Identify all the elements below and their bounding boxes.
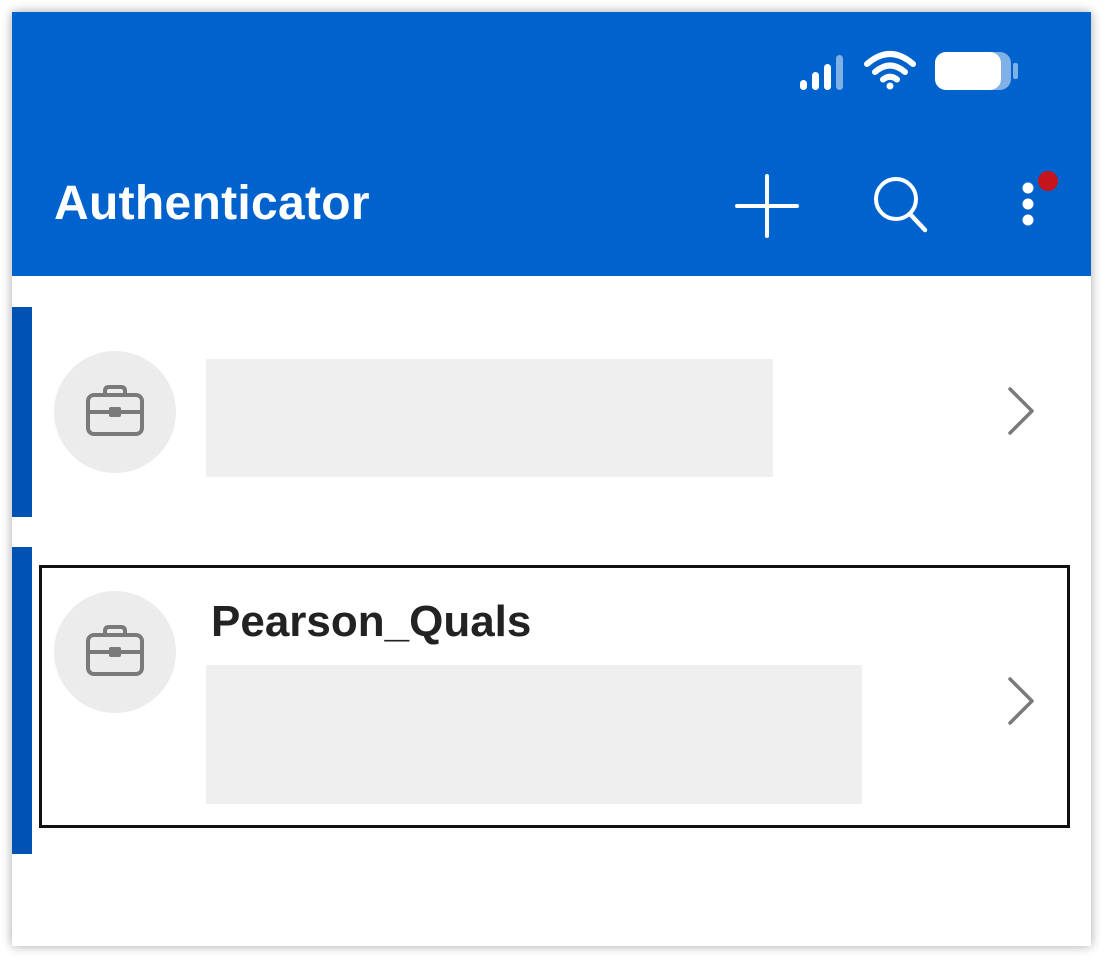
chevron-right-icon: [1008, 387, 1034, 435]
status-bar: [798, 50, 1028, 94]
account-accent-bar: [12, 307, 32, 517]
signal-icon: [800, 55, 843, 90]
briefcase-icon: [86, 385, 144, 436]
redacted-account-details: [206, 359, 773, 477]
account-avatar: [54, 591, 176, 713]
account-avatar: [54, 351, 176, 473]
account-list-item[interactable]: Pearson_Quals: [12, 547, 1091, 854]
chevron-right-icon: [1008, 677, 1034, 725]
app-bar: Authenticator: [12, 12, 1091, 276]
briefcase-icon: [86, 625, 144, 676]
app-title: Authenticator: [54, 177, 370, 230]
battery-icon: [935, 52, 1018, 90]
add-account-button[interactable]: [731, 170, 803, 242]
wifi-icon: [864, 51, 916, 90]
redacted-account-details: [206, 665, 862, 804]
search-icon: [874, 177, 928, 233]
app-window: Authenticator Pearson_Quals: [12, 12, 1091, 946]
account-list-item[interactable]: [12, 307, 1091, 517]
search-button[interactable]: [865, 170, 937, 242]
account-accent-bar: [12, 547, 32, 854]
add-icon: [735, 174, 799, 238]
account-name: Pearson_Quals: [211, 597, 532, 646]
notification-dot: [1038, 171, 1058, 191]
